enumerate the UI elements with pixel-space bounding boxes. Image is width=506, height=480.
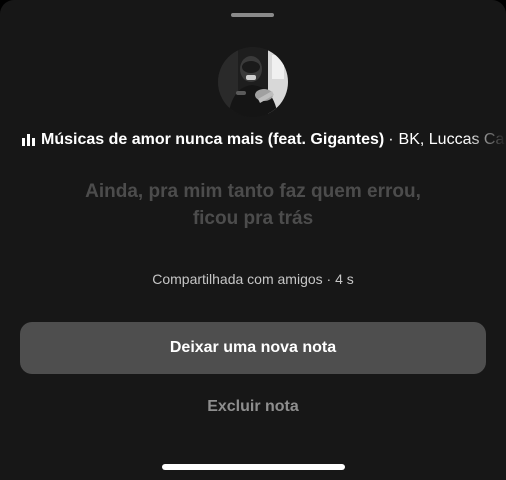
note-bottom-sheet: Músicas de amor nunca mais (feat. Gigant…	[0, 0, 506, 480]
sheet-grabber-handle[interactable]	[231, 13, 274, 17]
shared-info: Compartilhada com amigos · 4 s	[152, 271, 354, 287]
song-scroll-fade	[466, 128, 506, 154]
song-attachment[interactable]: Músicas de amor nunca mais (feat. Gigant…	[0, 128, 506, 154]
avatar-photo	[218, 47, 288, 117]
home-indicator	[162, 464, 345, 470]
delete-note-button[interactable]: Excluir nota	[153, 394, 353, 420]
equalizer-bars-icon	[22, 134, 36, 146]
lyrics-text: Ainda, pra mim tanto faz quem errou, fic…	[40, 178, 466, 232]
song-info: Músicas de amor nunca mais (feat. Gigant…	[41, 130, 506, 150]
song-separator: ·	[388, 131, 394, 148]
new-note-button[interactable]: Deixar uma nova nota	[20, 322, 486, 374]
avatar[interactable]	[218, 47, 288, 117]
song-title: Músicas de amor nunca mais (feat. Gigant…	[41, 131, 385, 148]
lyrics-line: ficou pra trás	[192, 208, 314, 229]
lyrics-line: Ainda, pra mim tanto faz quem errou,	[85, 181, 421, 202]
